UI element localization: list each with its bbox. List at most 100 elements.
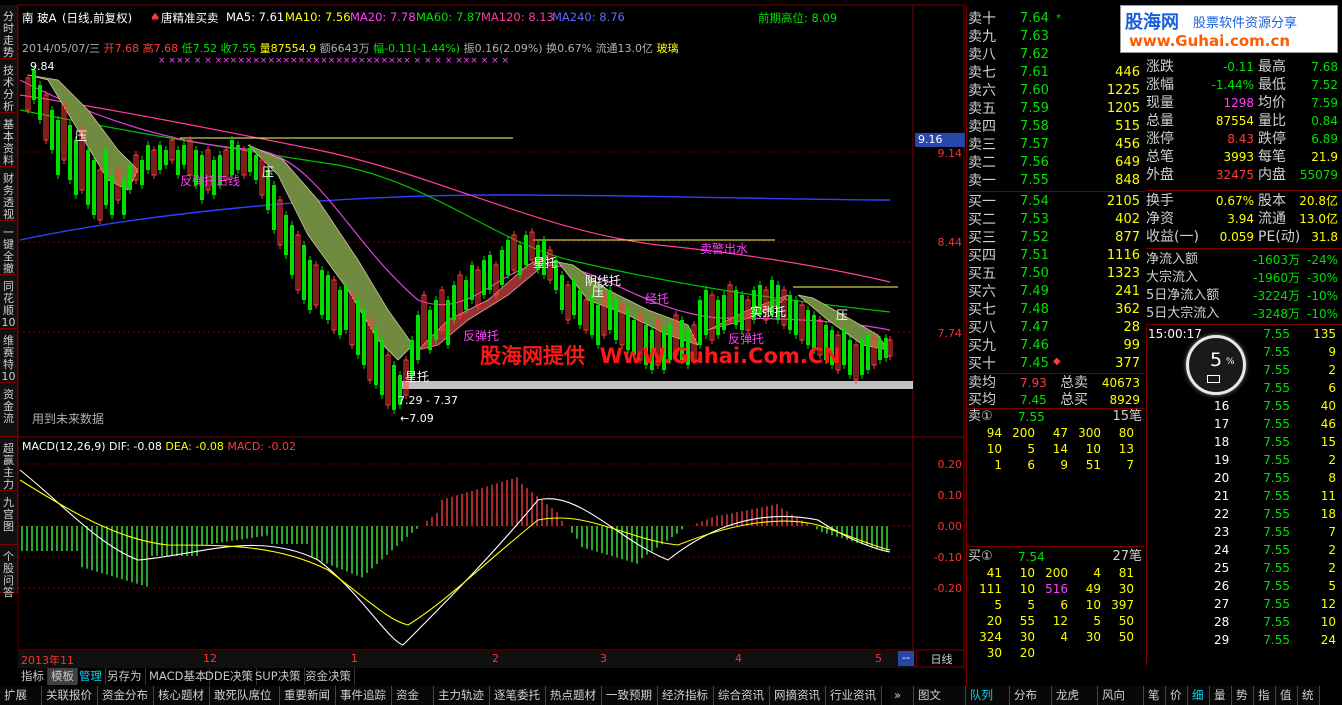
bottom-right-tab[interactable]: 分布 xyxy=(1010,686,1052,705)
ask-row[interactable]: 卖三 7.57 456 xyxy=(968,136,1140,154)
toolbar-item[interactable]: 另存为 xyxy=(104,668,146,685)
queue_buy-header[interactable]: 买① 7.54 27笔 xyxy=(968,548,1144,566)
quote-label: 涨停 xyxy=(1146,131,1174,147)
bottom-right-tab[interactable]: 值 xyxy=(1276,686,1298,705)
tick-price: 7.55 xyxy=(1263,597,1290,611)
ask-row[interactable]: 卖七 7.61 446 xyxy=(968,64,1140,82)
tick-volume: 46 xyxy=(1320,417,1336,431)
ask-row[interactable]: 卖二 7.56 649 xyxy=(968,154,1140,172)
ask-row[interactable]: 卖一 7.55 848 xyxy=(968,172,1140,190)
ask-row[interactable]: 卖八 7.62 xyxy=(968,46,1140,64)
bid-row[interactable]: 买六 7.49 241 xyxy=(968,283,1140,301)
ask-label: 卖二 xyxy=(968,155,996,171)
bottom-right-tab[interactable]: 势 xyxy=(1232,686,1254,705)
quote-value: 32475 xyxy=(1215,168,1254,182)
percent-badge[interactable]: 5 % xyxy=(1186,335,1246,395)
bottom-right-tab[interactable]: 笔 xyxy=(1144,686,1166,705)
period-selector[interactable]: 日线 xyxy=(916,651,966,667)
toolbar-item[interactable]: 指标 xyxy=(18,668,48,685)
bottom-tab[interactable]: 资金分布 xyxy=(98,686,154,705)
bottom-right-tab[interactable]: 细 xyxy=(1188,686,1210,705)
bid-row[interactable]: 买一 7.54 2105 xyxy=(968,193,1140,211)
tick-price: 7.55 xyxy=(1263,453,1290,467)
bid-row[interactable]: 买五 7.50 1323 xyxy=(968,265,1140,283)
bottom-tab[interactable]: 主力轨迹 xyxy=(434,686,490,705)
bid-row[interactable]: 买二 7.53 402 xyxy=(968,211,1140,229)
ask-row[interactable]: 卖十 7.64 * xyxy=(968,10,1140,28)
queue_sell-header[interactable]: 卖① 7.55 15笔 xyxy=(968,408,1144,426)
bottom-right-tab[interactable]: 龙虎 xyxy=(1052,686,1098,705)
bottom-tab[interactable]: 综合资讯 xyxy=(714,686,770,705)
bid-row[interactable]: 买七 7.48 362 xyxy=(968,301,1140,319)
bottom-tab[interactable]: 扩展区 xyxy=(0,686,42,705)
side-tab[interactable]: 分时走势 xyxy=(0,5,18,59)
ask-row[interactable]: 卖六 7.60 1225 xyxy=(968,82,1140,100)
flow-row: 5日净流入额 -3224万 -10% xyxy=(1146,287,1340,305)
queue-cell: 30 xyxy=(986,646,1002,660)
bottom-right-tab[interactable]: 队列 xyxy=(966,686,1010,705)
bottom-tab[interactable]: 一致预期 xyxy=(602,686,658,705)
bottom-tab[interactable]: 热点题材 xyxy=(546,686,602,705)
quote-value: 31.8 xyxy=(1311,230,1338,244)
side-tab[interactable]: 超赢主力 xyxy=(0,437,18,491)
bottom-right-tab[interactable]: 统 xyxy=(1298,686,1320,705)
scroll-button[interactable]: -- xyxy=(898,651,914,666)
side-tab[interactable]: 个股问答 xyxy=(0,545,18,599)
queue-cell: 50 xyxy=(1118,614,1134,628)
quote-label: 现量 xyxy=(1146,95,1174,111)
ask-row[interactable]: 卖五 7.59 1205 xyxy=(968,100,1140,118)
bottom-tab[interactable]: 行业资讯 xyxy=(826,686,882,705)
side-tab[interactable]: 技术分析 xyxy=(0,59,18,113)
bottom-right-tab[interactable]: 量 xyxy=(1210,686,1232,705)
bid-row[interactable]: 买八 7.47 28 xyxy=(968,319,1140,337)
bid-row[interactable]: 买四 7.51 1116 xyxy=(968,247,1140,265)
bottom-tab[interactable]: 逐笔委托 xyxy=(490,686,546,705)
flow-pct: -24% xyxy=(1306,253,1338,267)
ask-price: 7.64 xyxy=(1020,11,1049,26)
ask-volume: 1205 xyxy=(1106,101,1140,116)
side-tab[interactable]: 基本资料 xyxy=(0,113,18,167)
toolbar-item[interactable]: SUP决策 xyxy=(252,668,305,685)
bid-volume: 377 xyxy=(1115,356,1140,371)
side-tab[interactable]: 同花顺10 xyxy=(0,275,18,329)
bottom-right-tab[interactable]: 价 xyxy=(1166,686,1188,705)
side-tab[interactable]: 财务透视 xyxy=(0,167,18,221)
bottom-tab[interactable]: 事件追踪 xyxy=(336,686,392,705)
bottom-tab[interactable]: 核心题材 xyxy=(154,686,210,705)
bottom-right-tab[interactable]: 指 xyxy=(1254,686,1276,705)
side-tab[interactable]: 维赛特10 xyxy=(0,329,18,383)
ask-label: 卖五 xyxy=(968,101,996,117)
ask-row[interactable]: 卖九 7.63 xyxy=(968,28,1140,46)
bid-row[interactable]: 买九 7.46 99 xyxy=(968,337,1140,355)
queue-cell: 397 xyxy=(1111,598,1134,612)
queue-cell: 300 xyxy=(1078,426,1101,440)
candle-body xyxy=(326,275,330,320)
ask-row[interactable]: 卖四 7.58 515 xyxy=(968,118,1140,136)
tick-volume: 15 xyxy=(1320,435,1336,449)
toolbar-item[interactable]: 资金决策 xyxy=(302,668,355,685)
side-tab[interactable]: 一键全撤 xyxy=(0,221,18,275)
side-tab[interactable]: 资金流 xyxy=(0,383,18,437)
side-tab[interactable]: 九宫图 xyxy=(0,491,18,545)
bottom-right-tab[interactable]: 图文F10 xyxy=(914,686,966,705)
toolbar-item[interactable]: DDE决策 xyxy=(202,668,257,685)
macd-dif: DIF: -0.08 xyxy=(109,440,162,453)
bottom-tab[interactable]: 重要新闻 xyxy=(280,686,336,705)
bottom-right-tab[interactable]: 风向 xyxy=(1098,686,1144,705)
flow-pct: -10% xyxy=(1306,307,1338,321)
range-label: 7.29 - 7.37 xyxy=(398,394,458,407)
quote-row: 总笔 3993 每笔 21.9 xyxy=(1146,148,1340,166)
bottom-tab[interactable]: 网摘资讯 xyxy=(770,686,826,705)
toolbar-item[interactable]: MACD基本 xyxy=(146,668,211,685)
candle-body xyxy=(866,335,870,370)
toolbar-item[interactable]: 管理 xyxy=(76,668,106,685)
toolbar-item[interactable]: 模板 xyxy=(48,668,78,685)
bottom-tab[interactable]: 资金流 xyxy=(392,686,434,705)
stock-terminal: 南 玻A (日线,前复权) ♠ 唐精准买卖 MA5: 7.61 MA10: 7.… xyxy=(0,0,1342,705)
bottom-tab[interactable]: 敢死队席位 xyxy=(210,686,280,705)
ask-label: 卖八 xyxy=(968,47,996,63)
bottom-nav-arrows[interactable]: » ▸ xyxy=(890,686,914,705)
bid-row[interactable]: 买三 7.52 877 xyxy=(968,229,1140,247)
bottom-tab[interactable]: 关联报价 xyxy=(42,686,98,705)
bottom-tab[interactable]: 经济指标 xyxy=(658,686,714,705)
